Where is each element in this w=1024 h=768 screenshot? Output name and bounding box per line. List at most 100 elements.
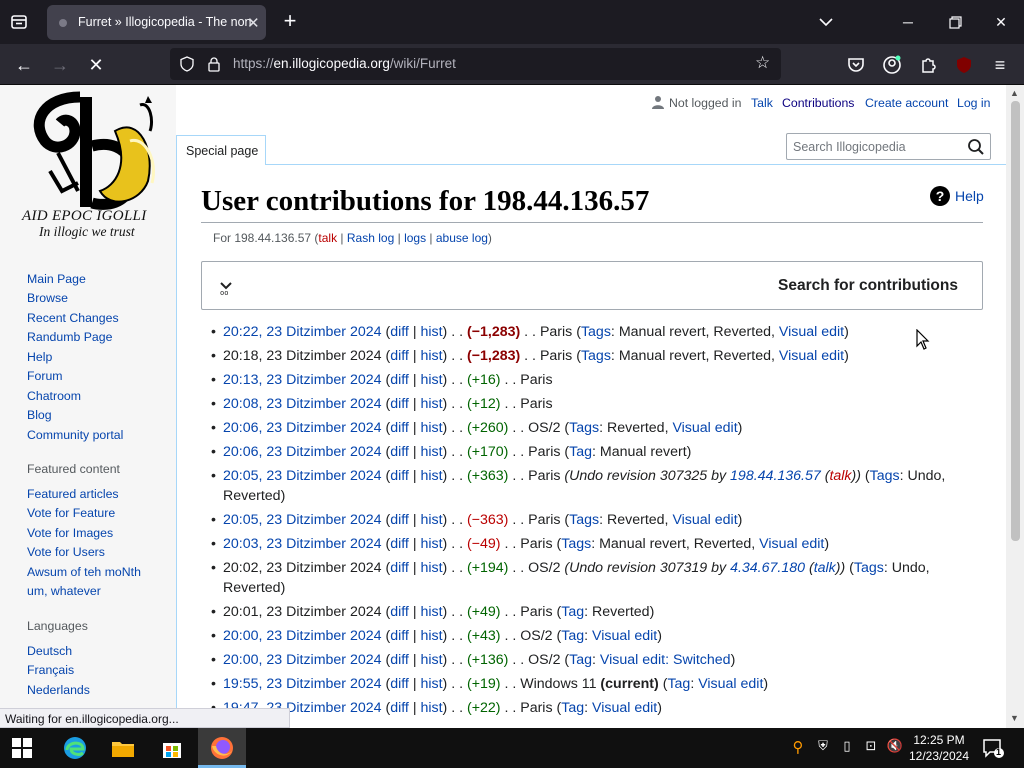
sidebar-item-community-portal[interactable]: Community portal — [27, 428, 123, 442]
restore-icon[interactable] — [944, 11, 966, 33]
diff-link[interactable]: diff — [390, 676, 409, 692]
contribution-timestamp[interactable]: 20:03, 23 Ditzimber 2024 — [223, 536, 382, 552]
edit-summary-user-link[interactable]: 4.34.67.180 — [730, 560, 805, 576]
new-tab-icon[interactable]: + — [279, 10, 301, 32]
hist-link[interactable]: hist — [420, 700, 442, 716]
contribution-timestamp[interactable]: 20:18, 23 Ditzimber 2024 — [223, 348, 382, 364]
back-icon[interactable]: ← — [12, 53, 36, 77]
contribution-timestamp[interactable]: 20:06, 23 Ditzimber 2024 — [223, 444, 382, 460]
active-tab[interactable]: Furret » Illogicopedia - The non ✕ — [47, 5, 266, 40]
sidebar-item-help[interactable]: Help — [27, 350, 52, 364]
contribution-timestamp[interactable]: 20:05, 23 Ditzimber 2024 — [223, 468, 382, 484]
tab-special-page[interactable]: Special page — [176, 135, 266, 165]
hist-link[interactable]: hist — [420, 512, 442, 528]
sidebar-item-blog[interactable]: Blog — [27, 408, 52, 422]
logs-link[interactable]: logs — [404, 231, 426, 245]
rash-log-link[interactable]: Rash log — [347, 231, 394, 245]
subtitle-talk-link[interactable]: talk — [318, 231, 337, 245]
network-icon[interactable]: ⊡ — [862, 738, 880, 756]
tag-visual-edit-link[interactable]: Visual edit — [779, 348, 844, 364]
tags-link[interactable]: Tag — [561, 628, 584, 644]
talk-link[interactable]: Talk — [751, 96, 773, 110]
tag-visual-edit-link[interactable]: Visual edit — [592, 628, 657, 644]
page-link[interactable]: Paris — [540, 348, 572, 364]
page-link[interactable]: Paris — [528, 444, 560, 460]
diff-link[interactable]: diff — [390, 604, 409, 620]
hist-link[interactable]: hist — [420, 468, 442, 484]
tag-visual-edit-link[interactable]: Visual edit — [698, 676, 763, 692]
stop-loading-icon[interactable]: ✕ — [84, 53, 108, 77]
contribution-timestamp[interactable]: 20:13, 23 Ditzimber 2024 — [223, 372, 382, 388]
page-link[interactable]: OS/2 — [528, 560, 560, 576]
diff-link[interactable]: diff — [390, 652, 409, 668]
search-tray-icon[interactable]: ⚲ — [789, 738, 807, 756]
hist-link[interactable]: hist — [420, 604, 442, 620]
system-clock[interactable]: 12:25 PM 12/23/2024 — [904, 732, 974, 764]
tags-link[interactable]: Tag — [569, 652, 592, 668]
contributions-link[interactable]: Contributions — [782, 96, 854, 110]
tag-visual-edit-link[interactable]: Visual edit — [779, 324, 844, 340]
tags-link[interactable]: Tags — [581, 348, 611, 364]
shield-icon[interactable] — [179, 56, 195, 72]
tags-link[interactable]: Tags — [870, 468, 900, 484]
sidebar-item-vote-images[interactable]: Vote for Images — [27, 526, 113, 540]
sidebar-item-awsum-month[interactable]: Awsum of teh moNth — [27, 565, 141, 579]
bookmark-star-icon[interactable]: ☆ — [755, 53, 770, 73]
sidebar-item-vote-users[interactable]: Vote for Users — [27, 545, 105, 559]
hist-link[interactable]: hist — [420, 676, 442, 692]
hist-link[interactable]: hist — [420, 348, 442, 364]
tags-link[interactable]: Tag — [561, 700, 584, 716]
diff-link[interactable]: diff — [390, 372, 409, 388]
contribution-timestamp[interactable]: 20:00, 23 Ditzimber 2024 — [223, 628, 382, 644]
page-link[interactable]: Paris — [520, 536, 552, 552]
tag-visual-edit-link[interactable]: Visual edit: Switched — [600, 652, 731, 668]
url-bar[interactable]: https://en.illogicopedia.org/wiki/Furret… — [170, 48, 781, 80]
volume-muted-icon[interactable]: 🔇 — [886, 738, 904, 756]
file-explorer-icon[interactable] — [109, 734, 137, 762]
hist-link[interactable]: hist — [420, 396, 442, 412]
hist-link[interactable]: hist — [420, 324, 442, 340]
tag-visual-edit-link[interactable]: Visual edit — [759, 536, 824, 552]
diff-link[interactable]: diff — [390, 628, 409, 644]
sidebar-item-featured-articles[interactable]: Featured articles — [27, 487, 119, 501]
contribution-timestamp[interactable]: 20:08, 23 Ditzimber 2024 — [223, 396, 382, 412]
diff-link[interactable]: diff — [390, 700, 409, 716]
page-link[interactable]: Paris — [520, 700, 552, 716]
search-icon[interactable] — [967, 138, 985, 156]
tab-close-icon[interactable]: ✕ — [247, 14, 260, 32]
page-link[interactable]: Paris — [520, 604, 552, 620]
tag-visual-edit-link[interactable]: Visual edit — [592, 700, 657, 716]
abuse-log-link[interactable]: abuse log — [436, 231, 488, 245]
contribution-timestamp[interactable]: 20:00, 23 Ditzimber 2024 — [223, 652, 382, 668]
page-link[interactable]: Windows 11 — [520, 676, 596, 692]
sidebar-item-um-whatever[interactable]: um, whatever — [27, 584, 101, 598]
extensions-icon[interactable] — [916, 53, 940, 77]
hist-link[interactable]: hist — [420, 652, 442, 668]
sidebar-item-lang-nederlands[interactable]: Nederlands — [27, 683, 90, 697]
diff-link[interactable]: diff — [390, 324, 409, 340]
sidebar-item-forum[interactable]: Forum — [27, 369, 63, 383]
list-all-tabs-icon[interactable] — [815, 11, 837, 33]
log-in-link[interactable]: Log in — [957, 96, 991, 110]
diff-link[interactable]: diff — [390, 444, 409, 460]
hamburger-menu-icon[interactable]: ≡ — [988, 53, 1012, 77]
diff-link[interactable]: diff — [390, 348, 409, 364]
tags-link[interactable]: Tag — [569, 444, 592, 460]
page-link[interactable]: OS/2 — [528, 420, 560, 436]
page-link[interactable]: OS/2 — [520, 628, 552, 644]
tag-visual-edit-link[interactable]: Visual edit — [672, 420, 737, 436]
sidebar-item-browse[interactable]: Browse — [27, 291, 68, 305]
contribution-timestamp[interactable]: 20:22, 23 Ditzimber 2024 — [223, 324, 382, 340]
windows-start-icon[interactable] — [11, 737, 33, 759]
diff-link[interactable]: diff — [390, 396, 409, 412]
diff-link[interactable]: diff — [390, 468, 409, 484]
tab-list-icon[interactable] — [8, 11, 30, 33]
page-link[interactable]: Paris — [528, 512, 560, 528]
diff-link[interactable]: diff — [390, 560, 409, 576]
sidebar-item-vote-feature[interactable]: Vote for Feature — [27, 506, 115, 520]
hist-link[interactable]: hist — [420, 536, 442, 552]
tags-link[interactable]: Tags — [854, 560, 884, 576]
hist-link[interactable]: hist — [420, 420, 442, 436]
sidebar-item-chatroom[interactable]: Chatroom — [27, 389, 81, 403]
url-text[interactable]: https://en.illogicopedia.org/wiki/Furret — [233, 56, 456, 71]
